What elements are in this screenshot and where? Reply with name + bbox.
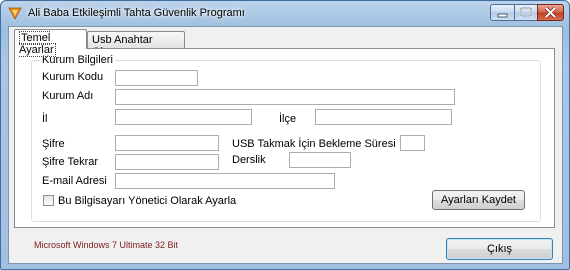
derslik-label: Derslik [232, 154, 266, 166]
exit-button[interactable]: Çıkış [446, 238, 553, 260]
ilce-label: İlçe [279, 113, 297, 125]
admin-checkbox-label: Bu Bilgisayarı Yönetici Olarak Ayarla [58, 195, 237, 207]
tab-temel-ayarlar[interactable]: Temel Ayarlar [14, 29, 87, 57]
maximize-button[interactable] [514, 4, 538, 21]
kurum-adi-label: Kurum Adı [42, 90, 94, 102]
app-logo-icon [8, 7, 22, 20]
usb-bekleme-label: USB Takmak İçin Bekleme Süresi [232, 138, 396, 150]
close-icon [544, 6, 557, 19]
main-window: Ali Baba Etkileşimli Tahta Güvenlik Prog… [0, 0, 570, 270]
tab-page-temel-ayarlar: Kurum Bilgileri Kurum Kodu Kurum Adı İl … [14, 48, 555, 228]
il-label: İl [42, 113, 48, 125]
kurum-adi-field[interactable] [115, 89, 455, 105]
sifre-tekrar-label: Şifre Tekrar [42, 156, 99, 168]
title-bar[interactable]: Ali Baba Etkileşimli Tahta Güvenlik Prog… [1, 1, 569, 25]
save-settings-button[interactable]: Ayarları Kaydet [432, 190, 525, 210]
tab-usb-anahtar-olustur[interactable]: Usb Anahtar Oluştur [87, 31, 185, 58]
os-info-text: Microsoft Windows 7 Ultimate 32 Bit [34, 240, 179, 250]
email-label: E-mail Adresi [42, 175, 107, 187]
window-title: Ali Baba Etkileşimli Tahta Güvenlik Prog… [28, 7, 245, 19]
minimize-button[interactable] [490, 4, 515, 21]
kurum-kodu-field[interactable] [115, 70, 198, 86]
il-field[interactable] [115, 109, 252, 125]
sifre-label: Şifre [42, 138, 65, 150]
email-field[interactable] [115, 173, 335, 189]
client-area: Temel Ayarlar Usb Anahtar Oluştur Kurum … [8, 26, 563, 264]
kurum-kodu-label: Kurum Kodu [42, 71, 104, 83]
usb-bekleme-field[interactable] [400, 135, 425, 151]
sifre-tekrar-field[interactable] [115, 154, 219, 170]
derslik-field[interactable] [289, 152, 351, 168]
ilce-field[interactable] [315, 109, 452, 125]
maximize-icon [520, 7, 532, 17]
minimize-icon [497, 13, 508, 18]
close-window-button[interactable] [537, 4, 564, 21]
sifre-field[interactable] [115, 135, 219, 151]
tab-temel-ayarlar-label: Temel Ayarlar [19, 31, 56, 57]
admin-checkbox[interactable] [43, 195, 54, 206]
